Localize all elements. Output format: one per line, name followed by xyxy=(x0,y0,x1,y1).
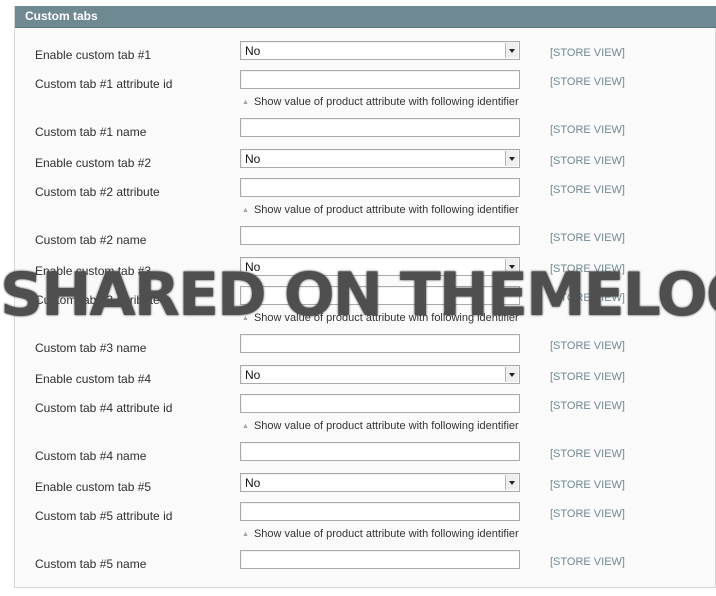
field-note: ▲ Show value of product attribute with fo… xyxy=(242,420,519,432)
enable-tab-5-select[interactable]: No xyxy=(240,473,520,492)
chevron-down-icon[interactable] xyxy=(505,151,518,166)
select-value: No xyxy=(245,260,261,274)
tab-2-name-input[interactable] xyxy=(240,226,520,245)
scope-label: [STORE VIEW] xyxy=(550,508,625,520)
field-label: Custom tab #3 name xyxy=(35,341,147,355)
enable-tab-4-select[interactable]: No xyxy=(240,365,520,384)
enable-tab-1-select[interactable]: No xyxy=(240,41,520,60)
triangle-up-icon: ▲ xyxy=(242,207,249,214)
triangle-up-icon: ▲ xyxy=(242,99,249,106)
field-note: ▲ Show value of product attribute with fo… xyxy=(242,528,519,540)
scope-label: [STORE VIEW] xyxy=(550,479,625,491)
tab-4-attribute-input[interactable] xyxy=(240,394,520,413)
note-text: Show value of product attribute with fol… xyxy=(253,204,519,216)
triangle-up-icon: ▲ xyxy=(242,423,249,430)
field-label: Custom tab #5 attribute id xyxy=(35,509,173,523)
field-label: Enable custom tab #3 xyxy=(35,264,152,278)
tab-1-name-input[interactable] xyxy=(240,118,520,137)
triangle-up-icon: ▲ xyxy=(242,531,249,538)
note-text: Show value of product attribute with fol… xyxy=(253,420,519,432)
field-label: Custom tab #4 attribute id xyxy=(35,401,173,415)
enable-tab-2-select[interactable]: No xyxy=(240,149,520,168)
field-label: Custom tab #1 attribute id xyxy=(35,77,173,91)
tab-2-attribute-input[interactable] xyxy=(240,178,520,197)
scope-label: [STORE VIEW] xyxy=(550,292,625,304)
field-row-tab-4-attribute: Custom tab #4 attribute id [STORE VIEW] … xyxy=(15,394,716,432)
scope-label: [STORE VIEW] xyxy=(550,232,625,244)
note-text: Show value of product attribute with fol… xyxy=(253,312,519,324)
scope-label: [STORE VIEW] xyxy=(550,155,625,167)
chevron-down-icon[interactable] xyxy=(505,43,518,58)
scope-label: [STORE VIEW] xyxy=(550,556,625,568)
field-note: ▲ Show value of product attribute with fo… xyxy=(242,96,519,108)
field-note: ▲ Show value of product attribute with fo… xyxy=(242,312,519,324)
scope-label: [STORE VIEW] xyxy=(550,184,625,196)
note-text: Show value of product attribute with fol… xyxy=(253,96,519,108)
tab-1-attribute-input[interactable] xyxy=(240,70,520,89)
field-label: Custom tab #1 name xyxy=(35,125,147,139)
field-label: Custom tab #2 name xyxy=(35,233,147,247)
field-row-tab-5-attribute: Custom tab #5 attribute id [STORE VIEW] … xyxy=(15,502,716,540)
field-row-tab-2-attribute: Custom tab #2 attribute [STORE VIEW] ▲ Sh… xyxy=(15,178,716,216)
scope-label: [STORE VIEW] xyxy=(550,124,625,136)
select-value: No xyxy=(245,368,261,382)
section-title: Custom tabs xyxy=(25,9,98,23)
tab-3-attribute-input[interactable] xyxy=(240,286,520,305)
section-header[interactable]: Custom tabs xyxy=(15,6,716,28)
field-label: Custom tab #4 name xyxy=(35,449,147,463)
custom-tabs-section: Custom tabs Enable custom tab #1 No [STO… xyxy=(14,6,716,588)
field-label: Enable custom tab #4 xyxy=(35,372,152,386)
tab-5-attribute-input[interactable] xyxy=(240,502,520,521)
chevron-down-icon[interactable] xyxy=(505,475,518,490)
field-label: Enable custom tab #5 xyxy=(35,480,152,494)
scope-label: [STORE VIEW] xyxy=(550,76,625,88)
scope-label: [STORE VIEW] xyxy=(550,400,625,412)
field-label: Enable custom tab #1 xyxy=(35,48,152,62)
select-value: No xyxy=(245,152,261,166)
tab-3-name-input[interactable] xyxy=(240,334,520,353)
scope-label: [STORE VIEW] xyxy=(550,448,625,460)
tab-4-name-input[interactable] xyxy=(240,442,520,461)
scope-label: [STORE VIEW] xyxy=(550,263,625,275)
chevron-down-icon[interactable] xyxy=(505,259,518,274)
scope-label: [STORE VIEW] xyxy=(550,371,625,383)
field-row-tab-3-attribute: Custom tab #3 attribute [STORE VIEW] ▲ Sh… xyxy=(15,286,716,324)
triangle-up-icon: ▲ xyxy=(242,315,249,322)
field-label: Enable custom tab #2 xyxy=(35,156,152,170)
chevron-down-icon[interactable] xyxy=(505,367,518,382)
field-label: Custom tab #5 name xyxy=(35,557,147,571)
field-label: Custom tab #2 attribute xyxy=(35,185,160,199)
enable-tab-3-select[interactable]: No xyxy=(240,257,520,276)
note-text: Show value of product attribute with fol… xyxy=(253,528,519,540)
field-note: ▲ Show value of product attribute with fo… xyxy=(242,204,519,216)
field-row-tab-1-attribute: Custom tab #1 attribute id [STORE VIEW] … xyxy=(15,70,716,108)
scope-label: [STORE VIEW] xyxy=(550,340,625,352)
field-label: Custom tab #3 attribute xyxy=(35,293,160,307)
select-value: No xyxy=(245,476,261,490)
select-value: No xyxy=(245,44,261,58)
field-row-tab-5-name: Custom tab #5 name [STORE VIEW] xyxy=(15,550,716,586)
scope-label: [STORE VIEW] xyxy=(550,47,625,59)
tab-5-name-input[interactable] xyxy=(240,550,520,569)
